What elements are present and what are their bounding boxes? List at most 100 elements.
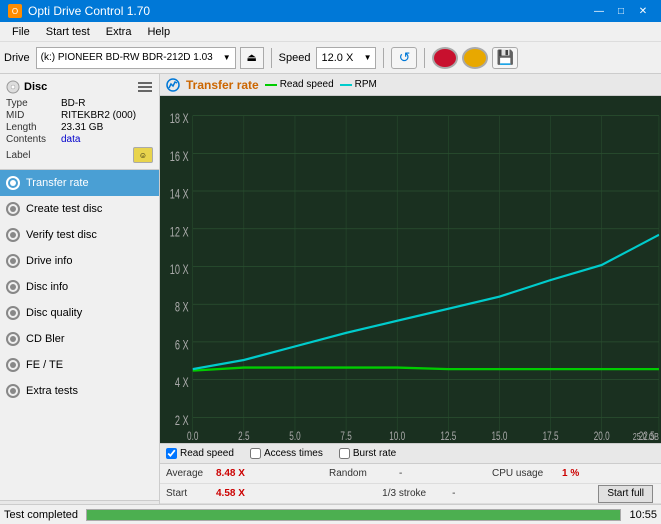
- start-full-button[interactable]: Start full: [598, 485, 653, 503]
- nav-extra-tests[interactable]: Extra tests: [0, 378, 159, 404]
- drive-label: Drive: [4, 52, 30, 64]
- disc-section-label: Disc: [24, 81, 47, 93]
- nav-drive-info[interactable]: Drive info: [0, 248, 159, 274]
- sidebar: Disc Type BD-R MID RITEKBR2 (000): [0, 74, 160, 524]
- stroke-label: 1/3 stroke: [382, 488, 452, 499]
- type-label: Type: [6, 98, 61, 109]
- mid-label: MID: [6, 110, 61, 121]
- stat-cpu: CPU usage 1 %: [492, 468, 655, 479]
- checkbox-burst-rate[interactable]: Burst rate: [339, 448, 396, 459]
- nav-label: Create test disc: [26, 203, 102, 215]
- minimize-button[interactable]: —: [589, 3, 609, 19]
- svg-text:7.5: 7.5: [340, 431, 352, 443]
- checkbox-access-times[interactable]: Access times: [250, 448, 323, 459]
- nav-dot: [6, 202, 20, 216]
- maximize-button[interactable]: □: [611, 3, 631, 19]
- close-button[interactable]: ✕: [633, 3, 653, 19]
- eject-button[interactable]: ⏏: [240, 47, 264, 69]
- nav-dot: [6, 332, 20, 346]
- stat-random: Random -: [329, 468, 492, 479]
- nav-label: Drive info: [26, 255, 72, 267]
- nav-dot: [6, 358, 20, 372]
- nav-disc-info[interactable]: Disc info: [0, 274, 159, 300]
- disc-button2[interactable]: [462, 47, 488, 69]
- nav-label: Extra tests: [26, 385, 78, 397]
- chart-title: Transfer rate: [186, 78, 259, 92]
- svg-text:20.0: 20.0: [594, 431, 610, 443]
- cpu-label: CPU usage: [492, 468, 562, 479]
- length-value: 23.31 GB: [61, 122, 103, 133]
- nav-label: Verify test disc: [26, 229, 97, 241]
- legend-rpm: RPM: [340, 79, 377, 90]
- avg-value: 8.48 X: [216, 468, 264, 479]
- nav-cd-bler[interactable]: CD Bler: [0, 326, 159, 352]
- menu-file[interactable]: File: [4, 24, 38, 40]
- disc-button1[interactable]: [432, 47, 458, 69]
- label-label: Label: [6, 150, 61, 161]
- title-bar: O Opti Drive Control 1.70 — □ ✕: [0, 0, 661, 22]
- disc-icon: [6, 80, 20, 94]
- svg-text:0.0: 0.0: [187, 431, 199, 443]
- svg-text:10 X: 10 X: [170, 263, 189, 277]
- nav-dot: [6, 384, 20, 398]
- progress-fill: [87, 510, 620, 520]
- burst-rate-checkbox[interactable]: [339, 448, 350, 459]
- nav-dot: [6, 254, 20, 268]
- legend-read-color: [265, 84, 277, 86]
- checkbox-read-speed[interactable]: Read speed: [166, 448, 234, 459]
- svg-text:14 X: 14 X: [170, 188, 189, 202]
- svg-text:12.5: 12.5: [440, 431, 456, 443]
- save-button[interactable]: 💾: [492, 47, 518, 69]
- app-icon: O: [8, 4, 22, 18]
- svg-text:6 X: 6 X: [175, 339, 189, 353]
- chart-svg: 18 X 16 X 14 X 12 X 10 X 8 X 6 X 4 X 2 X: [160, 96, 661, 443]
- svg-text:17.5: 17.5: [543, 431, 559, 443]
- speed-dropdown-arrow: ▼: [364, 53, 372, 62]
- nav-label: Disc info: [26, 281, 68, 293]
- chart-header: Transfer rate Read speed RPM: [160, 74, 661, 96]
- access-times-checkbox[interactable]: [250, 448, 261, 459]
- content-area: Transfer rate Read speed RPM 18 X 16 X 1…: [160, 74, 661, 524]
- menu-start-test[interactable]: Start test: [38, 24, 98, 40]
- svg-text:4 X: 4 X: [175, 377, 189, 391]
- speed-dropdown[interactable]: 12.0 X ▼: [316, 47, 376, 69]
- nav-disc-quality[interactable]: Disc quality: [0, 300, 159, 326]
- drive-dropdown[interactable]: (k:) PIONEER BD-RW BDR-212D 1.03 ▼: [36, 47, 236, 69]
- nav-verify-test-disc[interactable]: Verify test disc: [0, 222, 159, 248]
- length-label: Length: [6, 122, 61, 133]
- stats-row-1: Average 8.48 X Random - CPU usage 1 %: [160, 464, 661, 484]
- stat-start: Start 4.58 X: [166, 488, 382, 499]
- random-label: Random: [329, 468, 399, 479]
- nav-items: Transfer rate Create test disc Verify te…: [0, 170, 159, 500]
- start-value: 4.58 X: [216, 488, 264, 499]
- menu-extra[interactable]: Extra: [98, 24, 140, 40]
- nav-label: FE / TE: [26, 359, 63, 371]
- svg-text:5.0: 5.0: [289, 431, 301, 443]
- avg-label: Average: [166, 468, 216, 479]
- status-time: 10:55: [629, 509, 657, 521]
- title-controls: — □ ✕: [589, 3, 653, 19]
- svg-text:2.5: 2.5: [238, 431, 250, 443]
- start-label: Start: [166, 488, 216, 499]
- svg-text:16 X: 16 X: [170, 150, 189, 164]
- legend-read-speed: Read speed: [265, 79, 334, 90]
- nav-label: Disc quality: [26, 307, 82, 319]
- nav-dot: [6, 176, 20, 190]
- nav-transfer-rate[interactable]: Transfer rate: [0, 170, 159, 196]
- read-speed-checkbox[interactable]: [166, 448, 177, 459]
- nav-fe-te[interactable]: FE / TE: [0, 352, 159, 378]
- svg-text:10.0: 10.0: [389, 431, 405, 443]
- stat-average: Average 8.48 X: [166, 468, 329, 479]
- random-value: -: [399, 468, 429, 479]
- chart-area: 18 X 16 X 14 X 12 X 10 X 8 X 6 X 4 X 2 X: [160, 96, 661, 443]
- disc-info-panel: Disc Type BD-R MID RITEKBR2 (000): [0, 74, 159, 170]
- drive-dropdown-arrow: ▼: [223, 53, 231, 62]
- legend-rpm-label: RPM: [355, 79, 377, 90]
- nav-dot: [6, 306, 20, 320]
- disc-settings-icon: [137, 80, 153, 94]
- nav-create-test-disc[interactable]: Create test disc: [0, 196, 159, 222]
- menu-help[interactable]: Help: [139, 24, 178, 40]
- legend-read-label: Read speed: [280, 79, 334, 90]
- refresh-button[interactable]: ↺: [391, 47, 417, 69]
- menu-bar: File Start test Extra Help: [0, 22, 661, 42]
